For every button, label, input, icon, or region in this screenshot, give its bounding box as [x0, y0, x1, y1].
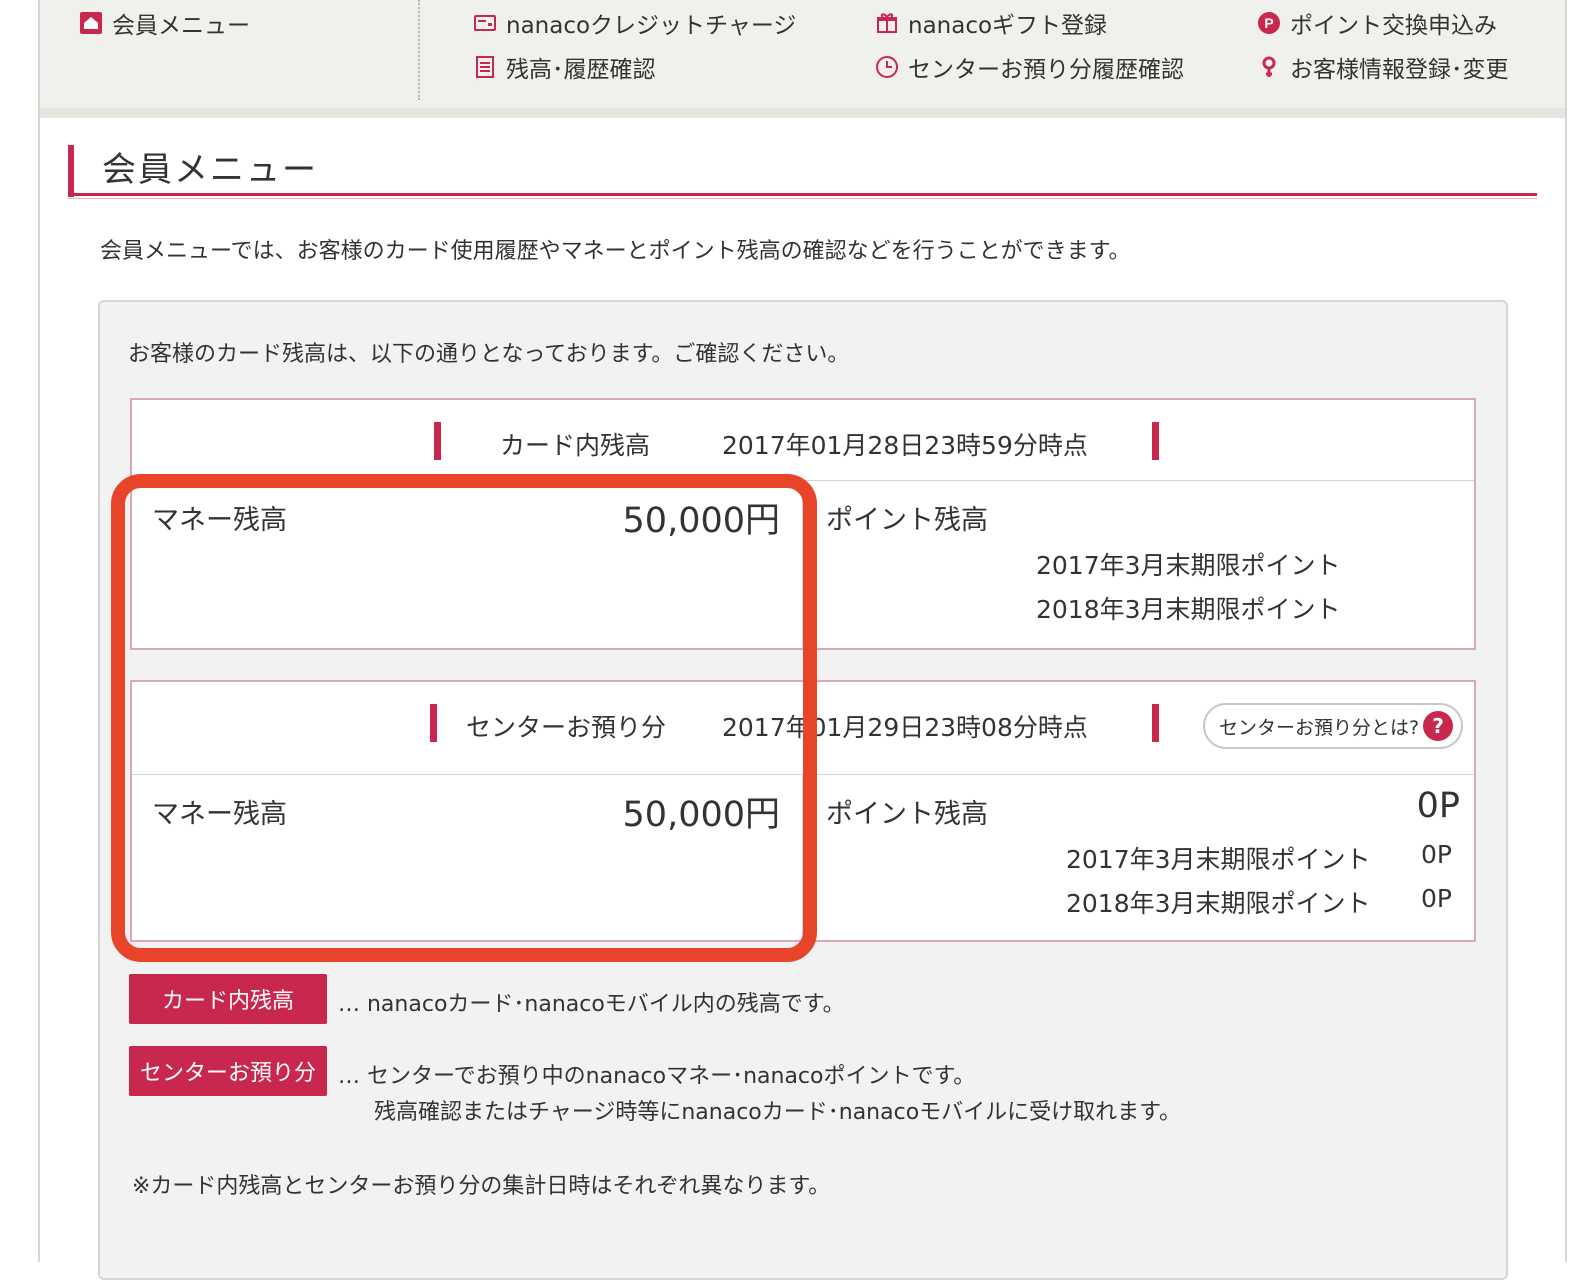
card-balance-box: カード内残高 2017年01月28日23時59分時点 マネー残高 50,000円… [130, 398, 1476, 650]
nav-point-exchange[interactable]: P ポイント交換申込み [1256, 6, 1497, 40]
page: 会員メニュー nanacoクレジットチャージ nanacoギフト登録 P ポイン… [0, 0, 1581, 1280]
title-underline [68, 193, 1537, 196]
nav-bottom-strip [40, 108, 1565, 118]
legend-center-text-2: 残高確認またはチャージ時等にnanacoカード･nanacoモバイルに受け取れま… [374, 1100, 1181, 1125]
card-balance-datetime: 2017年01月28日23時59分時点 [722, 431, 1088, 460]
person-pin-icon [1256, 54, 1282, 80]
center-sub-2018-value: 0P [1421, 884, 1452, 913]
card-sub-2017-label: 2017年3月末期限ポイント [1036, 551, 1341, 580]
list-document-icon [472, 54, 498, 80]
legend-card-text: … nanacoカード･nanacoモバイル内の残高です。 [338, 992, 845, 1017]
nav-member-menu[interactable]: 会員メニュー [78, 6, 250, 40]
center-balance-heading: センターお預り分 [466, 713, 667, 742]
nav-divider [418, 0, 420, 100]
center-heading-divider [132, 774, 1474, 775]
page-title: 会員メニュー [102, 150, 318, 190]
center-help-button-label: センターお預り分とは? [1219, 716, 1420, 739]
nav-point-exchange-label: ポイント交換申込み [1290, 13, 1497, 39]
nav-credit-charge[interactable]: nanacoクレジットチャージ [472, 6, 796, 40]
card-money-value: 50,000円 [622, 501, 780, 541]
center-point-label: ポイント残高 [826, 799, 988, 830]
nav-gift-register-label: nanacoギフト登録 [908, 13, 1108, 39]
card-sub-2018-label: 2018年3月末期限ポイント [1036, 595, 1341, 624]
center-heading-tick-left [430, 704, 437, 742]
card-column-divider [802, 481, 803, 648]
nav-center-history-label: センターお預り分履歴確認 [908, 57, 1184, 83]
center-money-value: 50,000円 [622, 795, 780, 835]
legend-center-text-1: … センターでお預り中のnanacoマネー･nanacoポイントです。 [338, 1064, 976, 1089]
left-margin [0, 0, 40, 1262]
nav-center-history[interactable]: センターお預り分履歴確認 [874, 50, 1184, 84]
aggregation-note: ※カード内残高とセンターお預り分の集計日時はそれぞれ異なります。 [132, 1174, 831, 1199]
page-title-accent [68, 145, 74, 197]
center-money-label: マネー残高 [152, 799, 287, 830]
credit-charge-icon [472, 10, 498, 36]
intro-text: 会員メニューでは、お客様のカード使用履歴やマネーとポイント残高の確認などを行うこ… [100, 239, 1131, 264]
title-underline-light [68, 198, 1537, 199]
legend-center-tag: センターお預り分 [129, 1046, 327, 1096]
svg-text:P: P [1264, 15, 1273, 31]
legend-card-tag: カード内残高 [129, 974, 327, 1024]
card-money-label: マネー残高 [152, 505, 287, 536]
nav-member-menu-label: 会員メニュー [112, 13, 250, 39]
nav-gift-register[interactable]: nanacoギフト登録 [874, 6, 1107, 40]
center-balance-datetime: 2017年01月29日23時08分時点 [722, 713, 1088, 742]
nav-balance-history[interactable]: 残高･履歴確認 [472, 50, 656, 84]
question-mark-icon: ? [1423, 711, 1453, 741]
home-icon [78, 10, 104, 36]
center-sub-2018-label: 2018年3月末期限ポイント [1066, 889, 1371, 918]
card-heading-tick-right [1152, 422, 1159, 460]
center-column-divider [802, 775, 803, 940]
card-heading-divider [132, 480, 1474, 481]
point-p-icon: P [1256, 10, 1282, 36]
center-point-value: 0P [1416, 786, 1460, 826]
clock-icon [874, 54, 900, 80]
card-point-label: ポイント残高 [826, 505, 988, 536]
center-sub-2017-label: 2017年3月末期限ポイント [1066, 845, 1371, 874]
nav-credit-charge-label: nanacoクレジットチャージ [506, 13, 797, 39]
right-scrollbar[interactable] [1565, 0, 1581, 1262]
nav-balance-history-label: 残高･履歴確認 [506, 57, 656, 83]
card-balance-heading: カード内残高 [500, 431, 651, 460]
panel-lead-text: お客様のカード残高は、以下の通りとなっております。ご確認ください。 [128, 342, 850, 367]
center-help-button[interactable]: センターお預り分とは? ? [1203, 703, 1463, 749]
nav-customer-info-label: お客様情報登録･変更 [1290, 57, 1509, 83]
center-heading-tick-right [1152, 704, 1159, 742]
nav-customer-info[interactable]: お客様情報登録･変更 [1256, 50, 1509, 84]
gift-icon [874, 10, 900, 36]
card-heading-tick-left [434, 422, 441, 460]
center-sub-2017-value: 0P [1421, 840, 1452, 869]
